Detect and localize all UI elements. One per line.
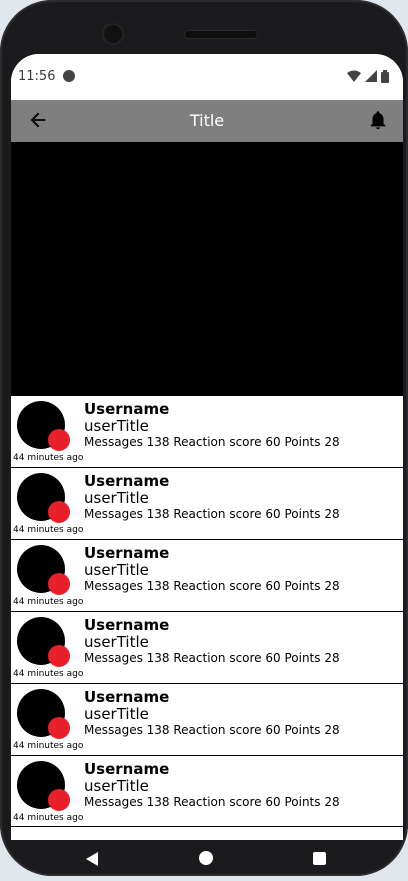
nav-home-icon[interactable] bbox=[199, 851, 213, 865]
battery-icon bbox=[381, 70, 389, 83]
earpiece-speaker bbox=[185, 31, 257, 38]
time-ago: 44 minutes ago bbox=[13, 813, 84, 823]
list-item[interactable]: Username userTitle Messages 138 Reaction… bbox=[11, 395, 403, 467]
bell-icon[interactable] bbox=[367, 109, 389, 131]
phone-frame: 11:56 Title Username userTitle Messages … bbox=[0, 0, 408, 876]
user-title: userTitle bbox=[84, 633, 149, 651]
time-ago: 44 minutes ago bbox=[13, 669, 84, 679]
username: Username bbox=[84, 400, 170, 418]
status-badge bbox=[48, 501, 70, 523]
time-ago: 44 minutes ago bbox=[13, 453, 84, 463]
app-bar: Title bbox=[11, 100, 403, 142]
notification-dot-icon bbox=[63, 70, 75, 82]
username: Username bbox=[84, 760, 170, 778]
user-list: Username userTitle Messages 138 Reaction… bbox=[11, 395, 403, 827]
system-nav-bar bbox=[0, 840, 408, 876]
status-badge bbox=[48, 645, 70, 667]
user-stats: Messages 138 Reaction score 60 Points 28 bbox=[84, 795, 340, 809]
user-title: userTitle bbox=[84, 777, 149, 795]
front-camera bbox=[104, 25, 122, 43]
status-time: 11:56 bbox=[18, 69, 56, 84]
nav-back-icon[interactable] bbox=[86, 852, 98, 866]
list-item[interactable]: Username userTitle Messages 138 Reaction… bbox=[11, 683, 403, 755]
username: Username bbox=[84, 472, 170, 490]
status-badge bbox=[48, 789, 70, 811]
list-item[interactable]: Username userTitle Messages 138 Reaction… bbox=[11, 539, 403, 611]
username: Username bbox=[84, 544, 170, 562]
username: Username bbox=[84, 688, 170, 706]
user-title: userTitle bbox=[84, 417, 149, 435]
status-badge bbox=[48, 717, 70, 739]
signal-icon bbox=[365, 70, 377, 82]
list-item[interactable]: Username userTitle Messages 138 Reaction… bbox=[11, 467, 403, 539]
status-bar: 11:56 bbox=[11, 54, 403, 100]
status-badge bbox=[48, 429, 70, 451]
user-title: userTitle bbox=[84, 489, 149, 507]
status-badge bbox=[48, 573, 70, 595]
nav-recents-icon[interactable] bbox=[313, 852, 326, 865]
username: Username bbox=[84, 616, 170, 634]
status-icons bbox=[347, 70, 389, 83]
page-title: Title bbox=[189, 111, 225, 130]
list-item[interactable]: Username userTitle Messages 138 Reaction… bbox=[11, 611, 403, 683]
user-stats: Messages 138 Reaction score 60 Points 28 bbox=[84, 507, 340, 521]
media-area bbox=[11, 142, 403, 395]
list-item[interactable]: Username userTitle Messages 138 Reaction… bbox=[11, 755, 403, 827]
user-stats: Messages 138 Reaction score 60 Points 28 bbox=[84, 651, 340, 665]
screen: 11:56 Title Username userTitle Messages … bbox=[11, 54, 403, 840]
user-title: userTitle bbox=[84, 705, 149, 723]
wifi-icon bbox=[347, 70, 361, 82]
user-stats: Messages 138 Reaction score 60 Points 28 bbox=[84, 723, 340, 737]
user-title: userTitle bbox=[84, 561, 149, 579]
time-ago: 44 minutes ago bbox=[13, 741, 84, 751]
user-stats: Messages 138 Reaction score 60 Points 28 bbox=[84, 579, 340, 593]
time-ago: 44 minutes ago bbox=[13, 525, 84, 535]
user-stats: Messages 138 Reaction score 60 Points 28 bbox=[84, 435, 340, 449]
time-ago: 44 minutes ago bbox=[13, 597, 84, 607]
